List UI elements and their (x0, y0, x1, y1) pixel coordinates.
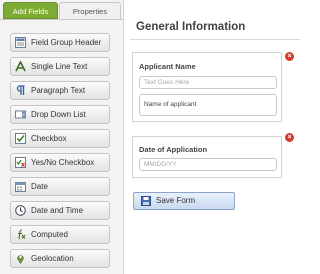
yes-no-checkbox-button[interactable]: Yes/No Checkbox (10, 153, 110, 172)
field-label: Paragraph Text (31, 86, 86, 95)
field-label: Date (31, 182, 48, 191)
remove-date-field-button[interactable]: × (285, 133, 294, 142)
save-form-button[interactable]: Save Form (133, 192, 235, 210)
save-form-label: Save Form (156, 196, 196, 205)
tab-add-fields[interactable]: Add Fields (3, 2, 58, 19)
field-label: Date and Time (31, 206, 84, 215)
form-canvas: General Information Applicant Name Text … (124, 0, 300, 274)
field-label: Computed (31, 230, 68, 239)
field-label: Geolocation (31, 254, 74, 263)
field-label: Drop Down List (31, 110, 86, 119)
floppy-disk-icon (141, 196, 151, 206)
paragraph-icon (16, 85, 25, 95)
applicant-name-input[interactable]: Text Goes Here (139, 76, 277, 89)
geolocation-button[interactable]: Geolocation (10, 249, 110, 268)
dropdown-icon (15, 110, 26, 119)
field-group-header-button[interactable]: Field Group Header (10, 33, 110, 52)
applicant-name-description[interactable]: Name of applicant (139, 94, 277, 116)
applicant-name-field[interactable]: Applicant Name Text Goes Here Name of ap… (132, 52, 282, 122)
drop-down-list-button[interactable]: Drop Down List (10, 105, 110, 124)
date-of-application-field[interactable]: Date of Application MM/DD/YY (132, 136, 282, 178)
header-icon (15, 37, 26, 48)
panel-tabs: Add Fields Properties (0, 0, 123, 20)
date-button[interactable]: Date (10, 177, 110, 196)
paragraph-text-button[interactable]: Paragraph Text (10, 81, 110, 100)
single-line-text-button[interactable]: Single Line Text (10, 57, 110, 76)
checkbox-icon (15, 133, 26, 144)
location-pin-icon (17, 255, 24, 264)
date-and-time-button[interactable]: Date and Time (10, 201, 110, 220)
text-icon (15, 61, 26, 72)
form-title: General Information (136, 21, 246, 33)
calendar-icon (15, 182, 26, 192)
clock-icon (15, 205, 26, 216)
date-of-application-label: Date of Application (139, 145, 208, 154)
tab-divider (0, 19, 123, 20)
yes-no-icon (15, 157, 26, 168)
date-of-application-input[interactable]: MM/DD/YY (139, 158, 277, 171)
tab-properties[interactable]: Properties (59, 2, 121, 19)
checkbox-button[interactable]: Checkbox (10, 129, 110, 148)
field-label: Yes/No Checkbox (31, 158, 95, 167)
field-label: Single Line Text (31, 62, 88, 71)
field-label: Checkbox (31, 134, 67, 143)
formula-icon (18, 229, 26, 240)
applicant-name-label: Applicant Name (139, 62, 196, 71)
field-palette: Add Fields Properties Field Group Header… (0, 0, 124, 274)
computed-button[interactable]: Computed (10, 225, 110, 244)
remove-applicant-field-button[interactable]: × (285, 52, 294, 61)
field-label: Field Group Header (31, 38, 102, 47)
title-divider (130, 39, 300, 40)
